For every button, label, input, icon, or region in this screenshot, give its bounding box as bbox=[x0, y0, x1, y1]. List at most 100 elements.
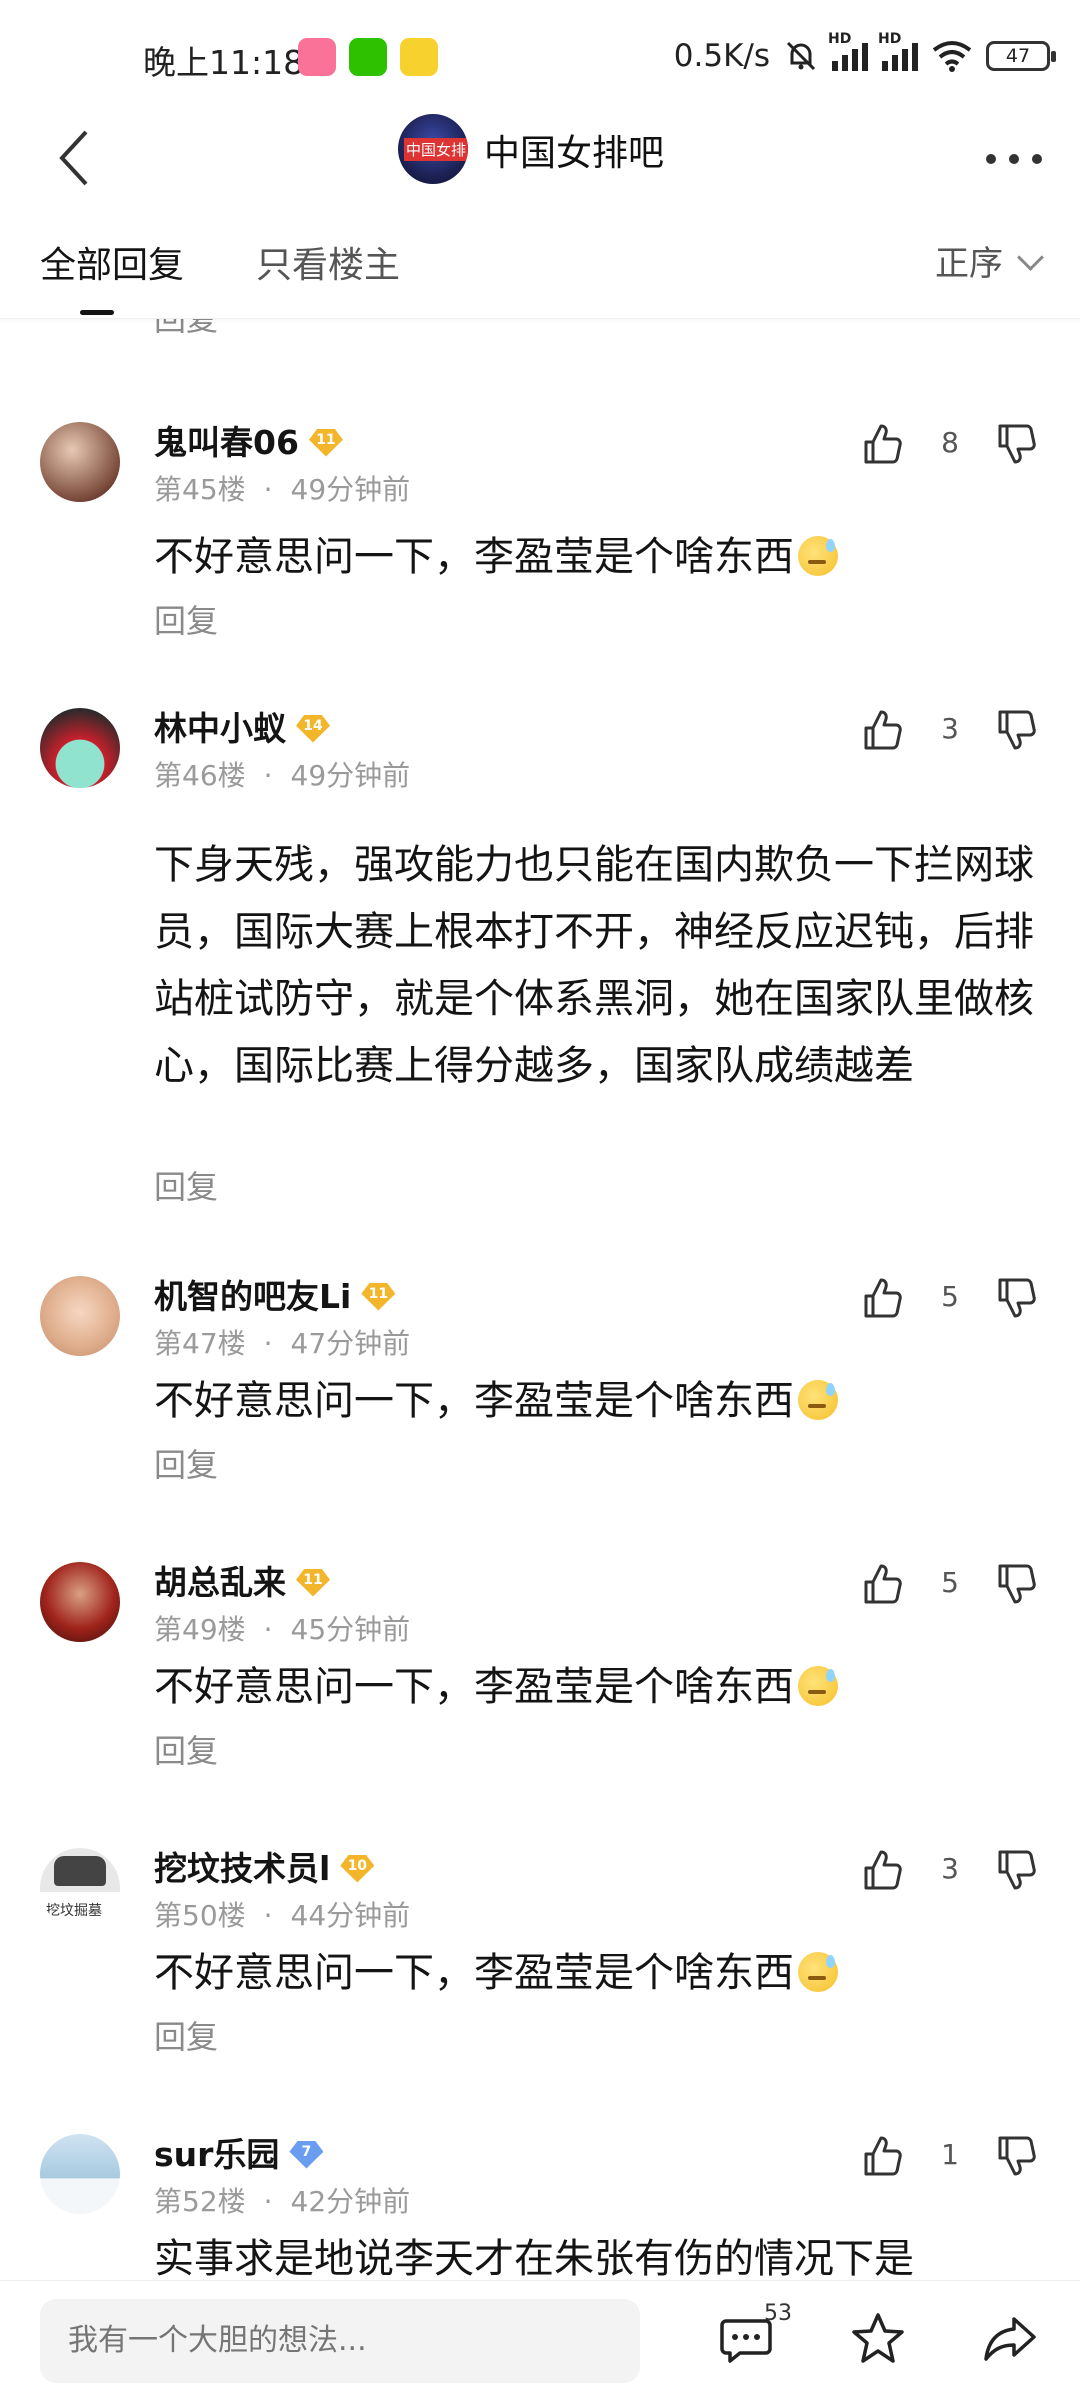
post-time: 44分钟前 bbox=[290, 1899, 411, 1932]
reply-link[interactable]: 回复 bbox=[154, 1440, 218, 1486]
thumbs-up-icon[interactable] bbox=[862, 1848, 902, 1892]
floor-number: 第52楼 bbox=[154, 2185, 246, 2218]
post-time: 49分钟前 bbox=[290, 473, 411, 506]
forum-title[interactable]: 中国女排吧 bbox=[484, 124, 664, 176]
floor-number: 第50楼 bbox=[154, 1899, 246, 1932]
reply-link[interactable]: 回复 bbox=[154, 1726, 218, 1772]
network-speed: 0.5K/s bbox=[673, 38, 770, 74]
thumbs-up-icon[interactable] bbox=[862, 2134, 902, 2178]
active-tab-indicator bbox=[80, 310, 114, 315]
comment-meta: 第52楼 · 42分钟前 bbox=[154, 2185, 411, 2218]
sort-label: 正序 bbox=[935, 244, 1003, 284]
comment-meta: 第46楼 · 49分钟前 bbox=[154, 759, 411, 792]
reply-link[interactable]: 回复 bbox=[154, 1162, 218, 1208]
comment-text: 下身天残，强攻能力也只能在国内欺负一下拦网球员，国际大赛上根本打不开，神经反应迟… bbox=[154, 842, 1034, 1089]
signal-icon-2: HD bbox=[878, 31, 918, 71]
thumbs-up-icon[interactable] bbox=[862, 1276, 902, 1320]
app-header: 中国女排 中国女排吧 bbox=[0, 110, 1080, 230]
chevron-left-icon bbox=[59, 130, 88, 186]
avatar[interactable] bbox=[40, 1562, 120, 1642]
app-bee-icon bbox=[400, 38, 438, 76]
thumbs-down-icon[interactable] bbox=[996, 2134, 1036, 2178]
avatar[interactable] bbox=[40, 2134, 120, 2214]
comment-meta: 第50楼 · 44分钟前 bbox=[154, 1899, 411, 1932]
level-badge: 11 bbox=[308, 428, 343, 457]
sort-order-dropdown[interactable]: 正序 bbox=[935, 236, 1044, 285]
share-icon[interactable] bbox=[982, 2311, 1038, 2367]
username-text: 鬼叫春06 bbox=[154, 423, 299, 462]
chevron-down-icon bbox=[1017, 244, 1044, 271]
thumbs-down-icon[interactable] bbox=[996, 1848, 1036, 1892]
wechat-icon bbox=[349, 38, 387, 76]
post-time: 45分钟前 bbox=[290, 1613, 411, 1646]
avatar[interactable] bbox=[40, 422, 120, 502]
tab-all-replies[interactable]: 全部回复 bbox=[40, 236, 184, 288]
like-count: 3 bbox=[941, 1852, 959, 1885]
thumbs-up-icon[interactable] bbox=[862, 1562, 902, 1606]
comment-text: 不好意思问一下，李盈莹是个啥东西 bbox=[154, 1940, 1034, 2007]
avatar-caption: 挖坟掘墓 bbox=[46, 1903, 102, 1919]
thumbs-down-icon[interactable] bbox=[996, 422, 1036, 466]
post-time: 47分钟前 bbox=[290, 1327, 411, 1360]
username[interactable]: sur乐园 7 bbox=[154, 2128, 324, 2176]
comment-input[interactable] bbox=[40, 2299, 640, 2383]
reply-link[interactable]: 回复 bbox=[154, 318, 218, 340]
reply-link[interactable]: 回复 bbox=[154, 596, 218, 642]
username[interactable]: 机智的吧友Li 11 bbox=[154, 1270, 396, 1318]
sweat-emoji-icon bbox=[798, 1380, 838, 1420]
level-badge: 7 bbox=[289, 2140, 324, 2169]
comment-text-content: 不好意思问一下，李盈莹是个啥东西 bbox=[154, 1664, 794, 1710]
more-dots-icon bbox=[986, 154, 1042, 164]
tab-op-only[interactable]: 只看楼主 bbox=[256, 236, 400, 288]
back-button[interactable] bbox=[56, 128, 106, 198]
level-badge: 11 bbox=[296, 1568, 330, 1597]
like-count: 1 bbox=[941, 2138, 959, 2171]
star-icon[interactable] bbox=[850, 2311, 906, 2367]
sweat-emoji-icon bbox=[798, 1952, 838, 1992]
bilibili-icon bbox=[298, 38, 336, 76]
username-text: 胡总乱来 bbox=[154, 1563, 286, 1602]
username[interactable]: 林中小蚁 14 bbox=[154, 702, 330, 750]
comment-text: 实事求是地说李天才在朱张有伤的情况下是 bbox=[154, 2236, 914, 2280]
thumbs-up-icon[interactable] bbox=[862, 422, 902, 466]
sweat-emoji-icon bbox=[798, 536, 838, 576]
level-badge: 11 bbox=[361, 1282, 396, 1311]
reply-count-badge: 53 bbox=[764, 2301, 792, 2326]
like-count: 5 bbox=[941, 1566, 959, 1599]
thumbs-down-icon[interactable] bbox=[996, 1276, 1036, 1320]
level-badge: 10 bbox=[340, 1854, 375, 1883]
bottom-action-bar: 53 bbox=[0, 2280, 1080, 2401]
username-text: 挖坟技术员l bbox=[154, 1849, 331, 1888]
avatar[interactable] bbox=[40, 708, 120, 788]
signal-icon: HD bbox=[828, 31, 868, 71]
username[interactable]: 胡总乱来 11 bbox=[154, 1556, 330, 1604]
comment-list[interactable]: 回复 鬼叫春06 11 第45楼 · 49分钟前 8 不好意思问一下，李盈莹是个啥东西… bbox=[0, 318, 1080, 2280]
like-count: 5 bbox=[941, 1280, 959, 1313]
status-indicators: 0.5K/s HD HD 47 bbox=[673, 31, 1056, 78]
floor-number: 第49楼 bbox=[154, 1613, 246, 1646]
avatar[interactable]: 挖坟掘墓 bbox=[40, 1848, 120, 1928]
thumbs-down-icon[interactable] bbox=[996, 708, 1036, 752]
username[interactable]: 挖坟技术员l 10 bbox=[154, 1842, 375, 1890]
forum-logo-text: 中国女排 bbox=[404, 138, 468, 161]
comment-text-content: 不好意思问一下，李盈莹是个啥东西 bbox=[154, 1950, 794, 1996]
like-count: 3 bbox=[941, 712, 959, 745]
floor-number: 第45楼 bbox=[154, 473, 246, 506]
reply-link[interactable]: 回复 bbox=[154, 2012, 218, 2058]
more-menu-button[interactable] bbox=[984, 132, 1044, 172]
status-bar: 晚上11:18 0.5K/s HD HD 47 bbox=[0, 0, 1080, 110]
comment-text: 不好意思问一下，李盈莹是个啥东西 bbox=[154, 524, 1034, 591]
comment-text: 不好意思问一下，李盈莹是个啥东西 bbox=[154, 1368, 1034, 1435]
thumbs-down-icon[interactable] bbox=[996, 1562, 1036, 1606]
forum-avatar[interactable]: 中国女排 bbox=[398, 114, 468, 184]
comment-meta: 第45楼 · 49分钟前 bbox=[154, 473, 411, 506]
post-time: 49分钟前 bbox=[290, 759, 411, 792]
comment-text-content: 不好意思问一下，李盈莹是个啥东西 bbox=[154, 534, 794, 580]
comment-text-content: 不好意思问一下，李盈莹是个啥东西 bbox=[154, 1378, 794, 1424]
avatar[interactable] bbox=[40, 1276, 120, 1356]
username-text: 机智的吧友Li bbox=[154, 1277, 352, 1316]
post-time: 42分钟前 bbox=[290, 2185, 411, 2218]
thumbs-up-icon[interactable] bbox=[862, 708, 902, 752]
reply-filter-tabs: 全部回复 只看楼主 正序 bbox=[0, 230, 1080, 319]
username[interactable]: 鬼叫春06 11 bbox=[154, 416, 343, 464]
